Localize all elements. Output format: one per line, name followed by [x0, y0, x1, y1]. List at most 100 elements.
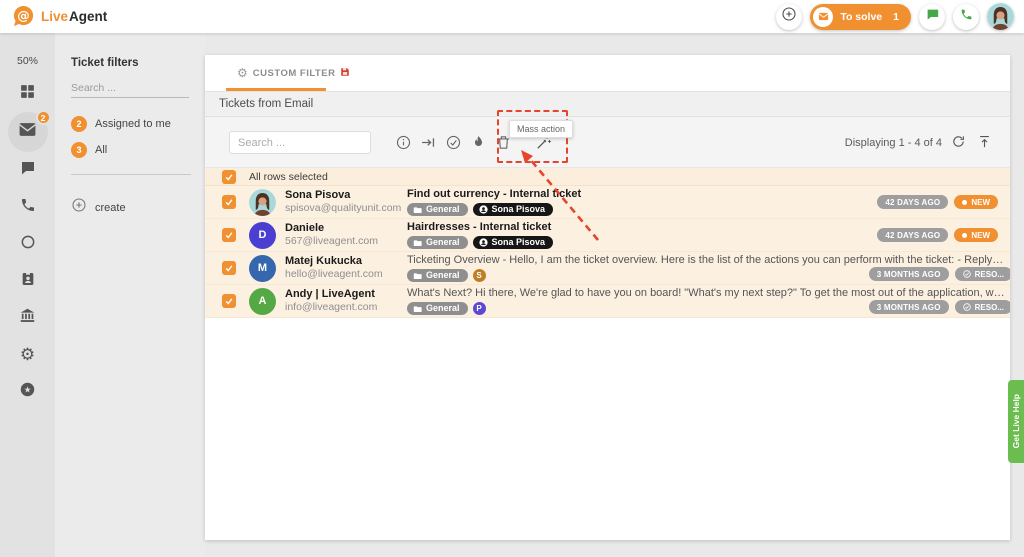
- ring-icon: [20, 234, 36, 255]
- row-checkbox[interactable]: [222, 261, 236, 275]
- agent-label: Sona Pisova: [492, 237, 546, 248]
- ticket-filters-panel: Ticket filters 2 Assigned to me 3 All cr…: [55, 33, 205, 557]
- filter-all[interactable]: 3 All: [71, 142, 191, 158]
- status-badge: NEW: [954, 195, 998, 209]
- tickets-search-input[interactable]: [229, 131, 371, 154]
- calls-button[interactable]: [953, 4, 979, 30]
- add-button[interactable]: [776, 4, 802, 30]
- department-tag[interactable]: General: [407, 269, 468, 282]
- department-label: General: [426, 204, 460, 215]
- gear-icon: ⚙: [20, 347, 35, 364]
- tickets-count-badge: 2: [36, 110, 51, 125]
- spam-flame-icon[interactable]: [470, 134, 487, 151]
- to-solve-count: 1: [893, 11, 899, 23]
- table-row[interactable]: Sona Pisova spisova@qualityunit.com Find…: [205, 186, 1010, 219]
- avatar: [249, 189, 276, 216]
- agent-tag[interactable]: Sona Pisova: [473, 203, 554, 216]
- row-checkbox[interactable]: [222, 294, 236, 308]
- sidebar-item-time[interactable]: [18, 234, 38, 254]
- sidebar-item-tickets[interactable]: 2: [8, 112, 48, 152]
- to-solve-button[interactable]: To solve 1: [810, 4, 911, 30]
- mass-action-tooltip: Mass action: [509, 120, 573, 138]
- selection-label: All rows selected: [249, 171, 328, 183]
- scroll-top-icon[interactable]: [977, 134, 994, 151]
- create-filter-button[interactable]: create: [71, 197, 191, 218]
- time-badge: 3 MONTHS AGO: [869, 267, 949, 281]
- phone-icon: [20, 197, 36, 218]
- tab-label: CUSTOM FILTER: [253, 68, 336, 79]
- save-filter-icon[interactable]: [340, 64, 350, 82]
- plus-circle-icon: [781, 6, 797, 27]
- get-live-help-button[interactable]: Get Live Help: [1008, 380, 1024, 463]
- contact-card-icon: [20, 271, 36, 292]
- department-tag[interactable]: General: [407, 236, 468, 249]
- sidebar-item-contacts[interactable]: [18, 271, 38, 291]
- filter-label: Assigned to me: [95, 118, 171, 130]
- resolved-check-icon: [963, 270, 971, 278]
- liveagent-logo: @ Live Agent: [12, 5, 107, 28]
- tag-badge[interactable]: P: [473, 302, 486, 315]
- time-badge: 3 MONTHS AGO: [869, 300, 949, 314]
- requester-email: spisova@qualityunit.com: [285, 202, 407, 215]
- time-badge: 42 DAYS AGO: [877, 195, 948, 209]
- logo-bubble-icon: @: [12, 5, 35, 28]
- sidebar-item-dashboard[interactable]: [18, 84, 38, 104]
- capacity-label: 50%: [17, 55, 38, 67]
- avatar: M: [249, 255, 276, 282]
- table-row[interactable]: M Matej Kukucka hello@liveagent.com Tick…: [205, 252, 1010, 285]
- resolved-check-icon: [963, 303, 971, 311]
- ticket-subject: Ticketing Overview - Hello, I am the tic…: [407, 254, 1006, 267]
- bank-icon: [19, 307, 36, 329]
- filter-count-badge: 2: [71, 116, 87, 132]
- sidebar-item-chats[interactable]: [18, 160, 38, 180]
- filter-label: All: [95, 144, 107, 156]
- chat-icon: [926, 8, 939, 26]
- row-checkbox[interactable]: [222, 228, 236, 242]
- filters-title: Ticket filters: [71, 57, 191, 69]
- info-icon[interactable]: [395, 134, 412, 151]
- list-pagination: Displaying 1 - 4 of 4: [845, 117, 994, 168]
- refresh-icon[interactable]: [951, 134, 968, 151]
- plus-circle-icon: [71, 197, 87, 218]
- left-icon-rail: 50% 2: [0, 33, 55, 557]
- chats-button[interactable]: [919, 4, 945, 30]
- status-dot-icon: [962, 200, 967, 205]
- requester-email: 567@liveagent.com: [285, 235, 407, 248]
- tickets-panel: ⚙ CUSTOM FILTER Tickets from Email: [205, 55, 1010, 540]
- divider: [71, 174, 191, 175]
- sidebar-item-addons[interactable]: ★: [18, 382, 38, 402]
- sidebar-item-calls[interactable]: [18, 197, 38, 217]
- filters-search-input[interactable]: [71, 79, 189, 98]
- to-solve-envelope-icon: [813, 7, 833, 27]
- selection-bar: All rows selected: [205, 168, 1010, 186]
- brand-live-text: Live: [41, 9, 68, 24]
- tab-bar: ⚙ CUSTOM FILTER: [205, 55, 1010, 92]
- chat-bubble-icon: [20, 160, 36, 181]
- department-tag[interactable]: General: [407, 302, 468, 315]
- status-badge: NEW: [954, 228, 998, 242]
- to-solve-label: To solve: [840, 11, 882, 23]
- department-tag[interactable]: General: [407, 203, 468, 216]
- tab-custom-filter[interactable]: ⚙ CUSTOM FILTER: [237, 55, 350, 91]
- table-row[interactable]: D Daniele 567@liveagent.com Hairdresses …: [205, 219, 1010, 252]
- resolve-icon[interactable]: [445, 134, 462, 151]
- tag-badge[interactable]: S: [473, 269, 486, 282]
- sidebar-item-settings[interactable]: ⚙: [18, 345, 38, 365]
- sidebar-item-academy[interactable]: [18, 308, 38, 328]
- active-tab-indicator: [226, 88, 326, 91]
- brand-agent-text: Agent: [69, 9, 107, 24]
- status-badge: RESO...: [955, 300, 1010, 314]
- star-circle-icon: ★: [19, 381, 36, 403]
- avatar: D: [249, 222, 276, 249]
- row-checkbox[interactable]: [222, 195, 236, 209]
- svg-text:★: ★: [24, 386, 32, 396]
- user-avatar[interactable]: [987, 3, 1014, 30]
- select-all-checkbox[interactable]: [222, 170, 236, 184]
- requester-name: Daniele: [285, 222, 407, 236]
- requester-email: info@liveagent.com: [285, 301, 407, 314]
- filter-assigned-to-me[interactable]: 2 Assigned to me: [71, 116, 191, 132]
- requester-email: hello@liveagent.com: [285, 268, 407, 281]
- table-row[interactable]: A Andy | LiveAgent info@liveagent.com Wh…: [205, 285, 1010, 318]
- agent-tag[interactable]: Sona Pisova: [473, 236, 554, 249]
- transfer-icon[interactable]: [420, 134, 437, 151]
